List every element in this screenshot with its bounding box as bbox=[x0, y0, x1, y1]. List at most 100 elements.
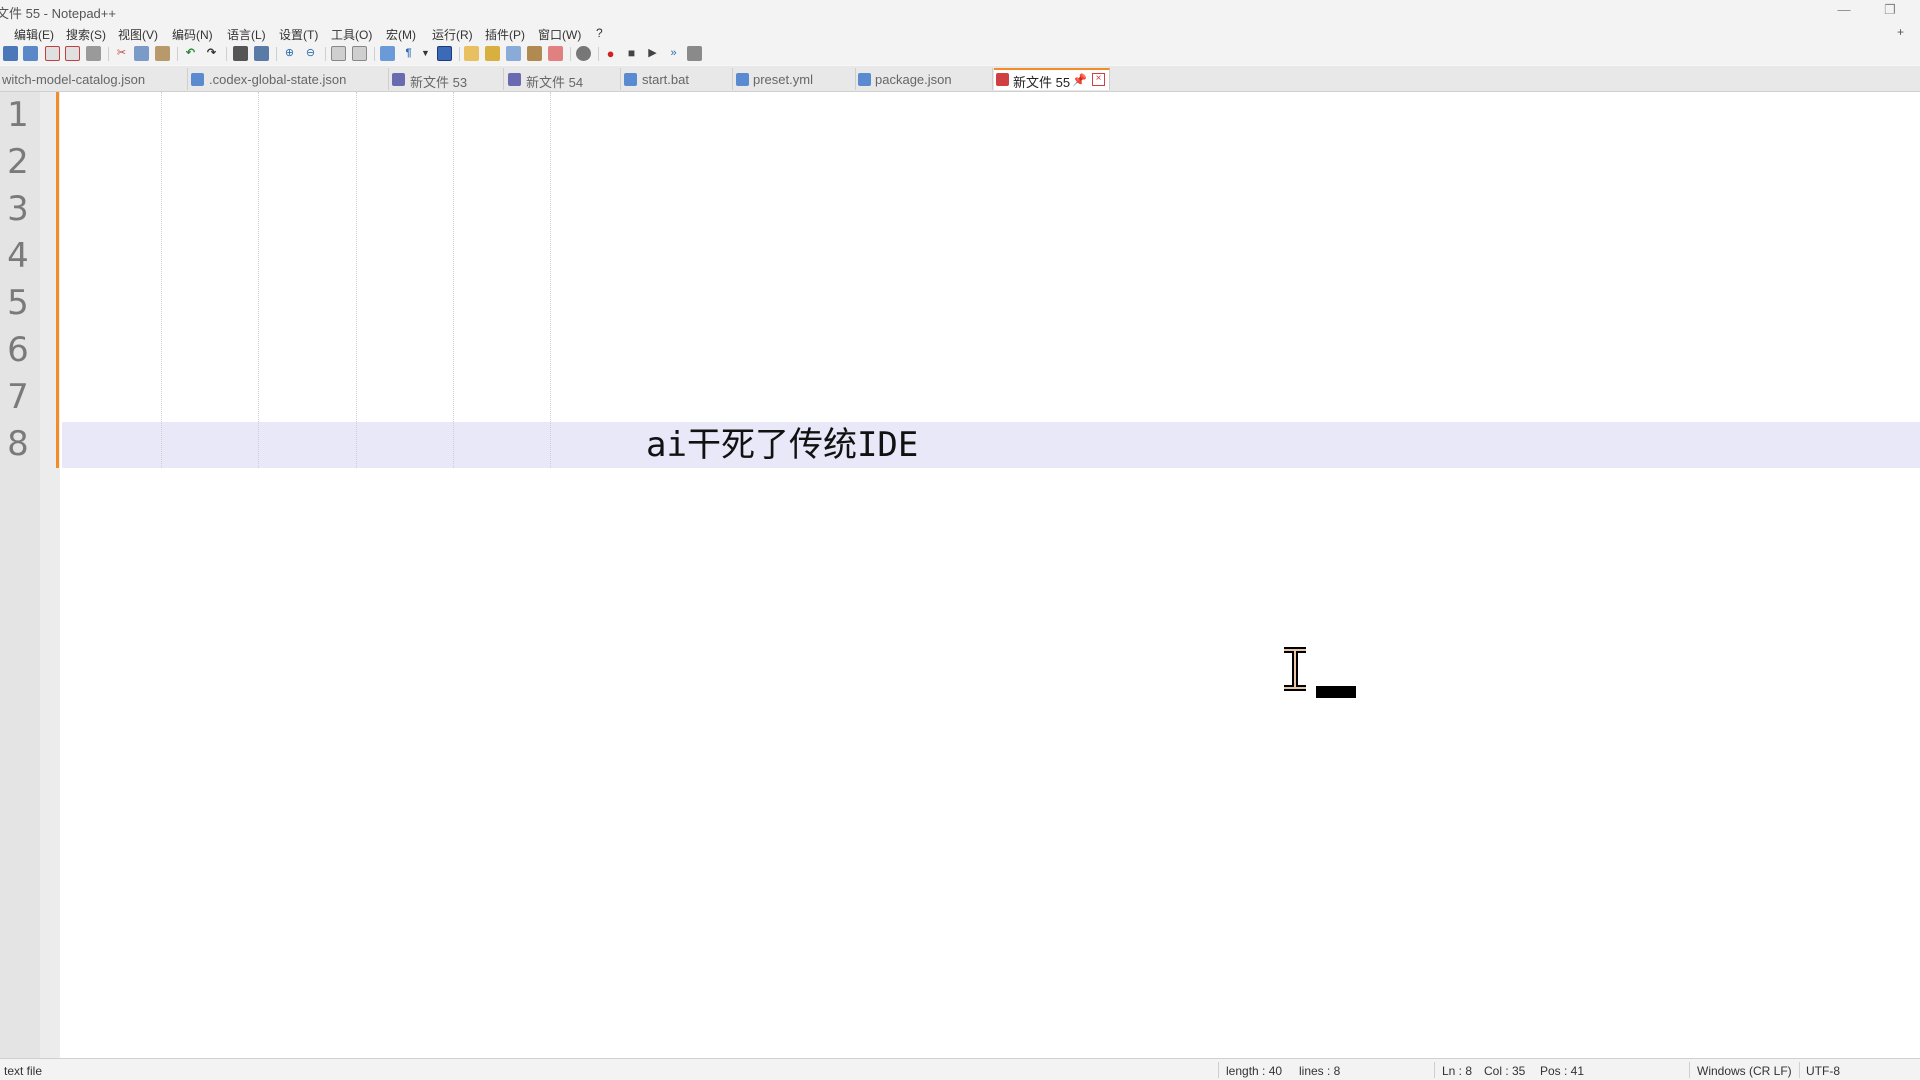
line-number: 5 bbox=[7, 283, 29, 323]
menu-macro[interactable]: 宏(M) bbox=[386, 26, 416, 43]
menu-bar: 编辑(E) 搜索(S) 视图(V) 编码(N) 语言(L) 设置(T) 工具(O… bbox=[0, 22, 1920, 43]
stop-recording-icon[interactable]: ■ bbox=[624, 46, 639, 61]
tab-label: 新文件 55 bbox=[1013, 75, 1071, 90]
menu-search[interactable]: 搜索(S) bbox=[66, 26, 106, 43]
status-encoding[interactable]: UTF-8 bbox=[1806, 1064, 1840, 1078]
tab-label: start.bat bbox=[642, 72, 689, 87]
save-icon[interactable] bbox=[3, 46, 18, 61]
status-ln: Ln : 8 bbox=[1442, 1064, 1473, 1078]
file-icon bbox=[624, 73, 637, 86]
close-tab-icon[interactable]: × bbox=[1092, 73, 1105, 86]
function-list-icon[interactable] bbox=[506, 46, 521, 61]
tab-label: .codex-global-state.json bbox=[209, 72, 347, 87]
menu-tools[interactable]: 工具(O) bbox=[331, 26, 372, 43]
word-wrap-icon[interactable] bbox=[380, 46, 395, 61]
macro-panel-icon[interactable] bbox=[576, 46, 591, 61]
status-bar: text file length : 40 lines : 8 Ln : 8 C… bbox=[0, 1058, 1920, 1080]
file-icon bbox=[392, 73, 405, 86]
pin-icon[interactable]: 📌 bbox=[1072, 73, 1087, 87]
replace-icon[interactable] bbox=[254, 46, 269, 61]
tab-label: 新文件 53 bbox=[410, 75, 468, 90]
status-lines: lines : 8 bbox=[1299, 1064, 1341, 1078]
tab-new-file-55[interactable]: 新文件 55 📌 × bbox=[994, 68, 1110, 90]
playback-icon[interactable]: ▶ bbox=[645, 46, 660, 61]
line-number: 8 bbox=[7, 424, 29, 464]
menu-settings[interactable]: 设置(T) bbox=[279, 26, 318, 43]
tab-new-file-54[interactable]: 新文件 54 bbox=[505, 68, 621, 90]
tab-label: preset.yml bbox=[753, 72, 813, 87]
status-pos: Pos : 41 bbox=[1540, 1064, 1585, 1078]
status-file-type: text file bbox=[4, 1064, 43, 1078]
change-history-bar bbox=[56, 92, 59, 468]
line-number: 4 bbox=[7, 236, 29, 276]
file-icon bbox=[996, 73, 1009, 86]
toolbar: ✂ ↶ ↷ ⊕ ⊖ ¶ ▼ ● ■ ▶ » bbox=[0, 43, 1920, 65]
status-col: Col : 35 bbox=[1484, 1064, 1526, 1078]
user-lang-icon[interactable] bbox=[464, 46, 479, 61]
tab-label: witch-model-catalog.json bbox=[2, 72, 146, 87]
tab-preset-yml[interactable]: preset.yml bbox=[734, 68, 856, 90]
save-all-icon[interactable] bbox=[23, 46, 38, 61]
menu-language[interactable]: 语言(L) bbox=[227, 26, 266, 43]
tab-package-json[interactable]: package.json bbox=[857, 68, 993, 90]
file-icon bbox=[508, 73, 521, 86]
indent-guide bbox=[356, 92, 357, 468]
sync-horizontal-icon[interactable] bbox=[352, 46, 367, 61]
run-multiple-icon[interactable]: » bbox=[666, 46, 681, 61]
status-length: length : 40 bbox=[1226, 1064, 1283, 1078]
indent-guide bbox=[258, 92, 259, 468]
redo-icon[interactable]: ↷ bbox=[204, 46, 219, 61]
monitoring-icon[interactable] bbox=[548, 46, 563, 61]
restore-button[interactable]: ❐ bbox=[1867, 0, 1913, 22]
i-beam-cursor-icon bbox=[1284, 647, 1306, 691]
tab-start-bat[interactable]: start.bat bbox=[622, 68, 733, 90]
menu-help[interactable]: ? bbox=[596, 26, 603, 40]
show-all-chars-icon[interactable]: ¶ bbox=[401, 46, 416, 61]
close-all-icon[interactable] bbox=[65, 46, 80, 61]
cut-icon[interactable]: ✂ bbox=[114, 46, 129, 61]
close-icon[interactable] bbox=[45, 46, 60, 61]
editor-area[interactable]: 1 2 3 4 5 6 7 8 ai干死了传统IDE bbox=[0, 92, 1920, 1058]
notepadpp-window: 文件 55 - Notepad++ — ❐ 编辑(E) 搜索(S) 视图(V) … bbox=[0, 0, 1920, 1080]
save-macro-icon[interactable] bbox=[687, 46, 702, 61]
tab-label: package.json bbox=[875, 72, 952, 87]
line-number: 3 bbox=[7, 189, 29, 229]
print-icon[interactable] bbox=[86, 46, 101, 61]
tab-witch-model-catalog[interactable]: witch-model-catalog.json bbox=[0, 68, 188, 90]
tab-codex-global-state[interactable]: .codex-global-state.json bbox=[189, 68, 389, 90]
indent-guide bbox=[161, 92, 162, 468]
title-bar: 文件 55 - Notepad++ — ❐ bbox=[0, 0, 1920, 22]
menu-encoding[interactable]: 编码(N) bbox=[172, 26, 213, 43]
indent-guide-icon[interactable] bbox=[437, 46, 452, 61]
folder-workspace-icon[interactable] bbox=[527, 46, 542, 61]
sync-vertical-icon[interactable] bbox=[331, 46, 346, 61]
tab-label: 新文件 54 bbox=[526, 75, 584, 90]
menu-edit[interactable]: 编辑(E) bbox=[14, 26, 54, 43]
text-caret bbox=[1316, 686, 1356, 698]
paste-icon[interactable] bbox=[155, 46, 170, 61]
line-8-text[interactable]: ai干死了传统IDE bbox=[646, 422, 918, 468]
tab-bar: witch-model-catalog.json .codex-global-s… bbox=[0, 66, 1920, 92]
menu-view[interactable]: 视图(V) bbox=[118, 26, 158, 43]
menu-plugins[interactable]: 插件(P) bbox=[485, 26, 525, 43]
indent-guide bbox=[550, 92, 551, 468]
menu-run[interactable]: 运行(R) bbox=[432, 26, 473, 43]
dropdown-arrow-icon[interactable]: ▼ bbox=[418, 46, 433, 61]
start-recording-icon[interactable]: ● bbox=[603, 46, 618, 61]
add-menu-button[interactable]: + bbox=[1897, 25, 1904, 39]
doc-map-icon[interactable] bbox=[485, 46, 500, 61]
status-eol[interactable]: Windows (CR LF) bbox=[1697, 1064, 1792, 1078]
line-number-gutter: 1 2 3 4 5 6 7 8 bbox=[0, 92, 40, 1058]
zoom-out-icon[interactable]: ⊖ bbox=[303, 46, 318, 61]
find-icon[interactable] bbox=[233, 46, 248, 61]
line-number: 1 bbox=[7, 95, 29, 135]
zoom-in-icon[interactable]: ⊕ bbox=[282, 46, 297, 61]
undo-icon[interactable]: ↶ bbox=[183, 46, 198, 61]
line-number: 7 bbox=[7, 377, 29, 417]
tab-new-file-53[interactable]: 新文件 53 bbox=[390, 68, 504, 90]
line-number: 6 bbox=[7, 330, 29, 370]
copy-icon[interactable] bbox=[134, 46, 149, 61]
menu-window[interactable]: 窗口(W) bbox=[538, 26, 581, 43]
indent-guide bbox=[453, 92, 454, 468]
minimize-button[interactable]: — bbox=[1821, 0, 1867, 22]
